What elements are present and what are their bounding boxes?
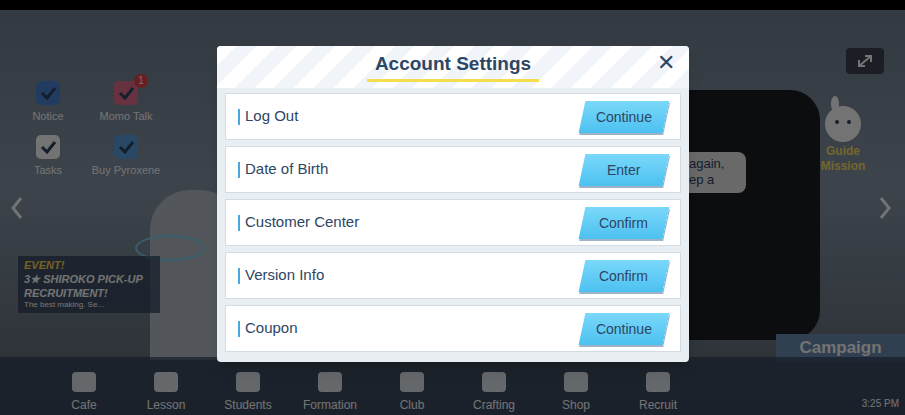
accent-bar (238, 162, 240, 178)
row-button-label: Confirm (599, 265, 648, 286)
row-label-wrap: Date of Birth (238, 158, 328, 181)
accent-bar (238, 109, 240, 125)
dialog-title: Account Settings (375, 52, 531, 76)
row-button[interactable]: Continue (579, 101, 670, 133)
row-button-label: Continue (596, 318, 652, 339)
accent-bar (238, 321, 240, 337)
row-button-label: Continue (596, 106, 652, 127)
row-label-wrap: Version Info (238, 264, 324, 287)
row-label: Coupon (245, 317, 298, 340)
accent-bar (238, 215, 240, 231)
settings-row: Date of Birth Enter (225, 146, 681, 193)
dialog-title-wrap: Account Settings (367, 52, 539, 82)
row-button[interactable]: Confirm (579, 260, 670, 292)
row-button[interactable]: Confirm (579, 207, 670, 239)
dialog-header: Account Settings ✕ (217, 46, 689, 88)
row-label: Log Out (245, 105, 298, 128)
settings-row: Coupon Continue (225, 305, 681, 352)
row-button-label: Confirm (599, 212, 648, 233)
settings-row: Version Info Confirm (225, 252, 681, 299)
row-label: Customer Center (245, 211, 359, 234)
row-label: Date of Birth (245, 158, 328, 181)
row-button[interactable]: Enter (579, 154, 670, 186)
row-label-wrap: Log Out (238, 105, 298, 128)
settings-list: Log Out Continue Date of Birth Enter Custome… (217, 88, 689, 352)
row-label-wrap: Customer Center (238, 211, 359, 234)
title-underline (367, 79, 539, 82)
accent-bar (238, 268, 240, 284)
row-label: Version Info (245, 264, 324, 287)
settings-row: Customer Center Confirm (225, 199, 681, 246)
close-button[interactable]: ✕ (657, 52, 675, 74)
row-button-label: Enter (607, 159, 640, 180)
row-label-wrap: Coupon (238, 317, 298, 340)
account-settings-dialog: Account Settings ✕ Log Out Continue Date of … (217, 46, 689, 362)
row-button[interactable]: Continue (579, 313, 670, 345)
settings-row: Log Out Continue (225, 93, 681, 140)
